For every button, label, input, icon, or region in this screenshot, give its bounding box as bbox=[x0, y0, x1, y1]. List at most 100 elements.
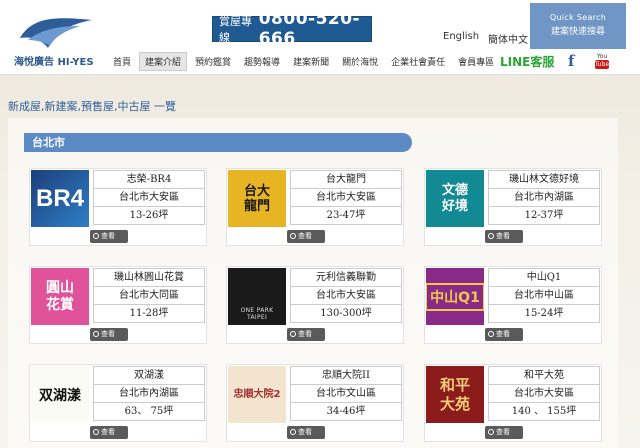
view-label: 查看 bbox=[101, 428, 115, 436]
thumbnail-text: 台大龍門 bbox=[243, 183, 270, 214]
line-support-link[interactable]: LINE客服 bbox=[500, 53, 554, 70]
thumbnail-text: 文德好境 bbox=[441, 182, 468, 214]
wave-logo-icon bbox=[20, 18, 92, 48]
listing-name[interactable]: 元利信義聯勤 bbox=[290, 268, 402, 287]
listing-info: 台大龍門 台北市大安區 23-47坪 bbox=[290, 170, 402, 225]
listing-district: 台北市大安區 bbox=[93, 188, 205, 207]
view-button[interactable]: 查看 bbox=[287, 426, 325, 439]
listing-card: 忠順大院2 忠順大院II 台北市文山區 34-46坪 查看 bbox=[226, 364, 406, 442]
listing-size: 15-24坪 bbox=[488, 304, 600, 323]
listing-info: 元利信義聯勤 台北市大安區 130-300坪 bbox=[290, 268, 402, 323]
quick-search-subtitle: 建案快速搜尋 bbox=[550, 27, 605, 37]
magnifier-icon bbox=[290, 233, 296, 239]
quick-search-title: Quick Search bbox=[549, 13, 607, 22]
nav-item-news[interactable]: 建案新聞 bbox=[288, 53, 334, 70]
listing-card: 中山Q1 中山Q1 台北市中山區 15-24坪 查看 bbox=[424, 266, 604, 344]
listing-card: 圓山花賞 璣山林圓山花賞 台北市大同區 11-28坪 查看 bbox=[29, 266, 209, 344]
view-label: 查看 bbox=[496, 428, 510, 436]
listing-info: 双湖漾 台北市內湖區 63、 75坪 bbox=[93, 366, 205, 421]
magnifier-icon bbox=[93, 429, 99, 435]
language-english-link[interactable]: English bbox=[443, 31, 479, 42]
listing-district: 台北市大同區 bbox=[93, 286, 205, 305]
listing-size: 12-37坪 bbox=[488, 206, 600, 225]
listing-district: 台北市大安區 bbox=[488, 384, 600, 403]
hotline-number: 0800-520-666 bbox=[258, 9, 361, 49]
listing-thumbnail[interactable]: BR4 bbox=[31, 170, 89, 227]
site-logo[interactable]: 海悅廣告 HI-YES bbox=[14, 8, 96, 68]
thumbnail-text: 忠順大院2 bbox=[233, 388, 281, 400]
listing-thumbnail[interactable]: 双湖漾 bbox=[31, 366, 89, 423]
view-button[interactable]: 查看 bbox=[287, 328, 325, 341]
view-label: 查看 bbox=[298, 428, 312, 436]
listing-thumbnail[interactable]: 台大龍門 bbox=[228, 170, 286, 227]
listing-name[interactable]: 和平大苑 bbox=[488, 366, 600, 385]
listing-size: 63、 75坪 bbox=[93, 402, 205, 421]
logo-text: 海悅廣告 HI-YES bbox=[14, 57, 94, 68]
listing-name[interactable]: 台大龍門 bbox=[290, 170, 402, 189]
thumbnail-text: 中山Q1 bbox=[426, 282, 484, 311]
thumbnail-text: 双湖漾 bbox=[39, 387, 81, 404]
view-label: 查看 bbox=[101, 232, 115, 240]
nav-item-trends[interactable]: 趨勢報導 bbox=[239, 53, 285, 70]
listing-district: 台北市內湖區 bbox=[93, 384, 205, 403]
listing-size: 130-300坪 bbox=[290, 304, 402, 323]
listing-thumbnail[interactable]: 圓山花賞 bbox=[31, 268, 89, 325]
view-button[interactable]: 查看 bbox=[485, 426, 523, 439]
listing-info: 中山Q1 台北市中山區 15-24坪 bbox=[488, 268, 600, 323]
thumbnail-text: 圓山花賞 bbox=[46, 279, 74, 313]
magnifier-icon bbox=[488, 429, 494, 435]
hotline-banner: 賞屋專線 0800-520-666 bbox=[212, 9, 372, 49]
view-label: 查看 bbox=[298, 232, 312, 240]
nav-item-projects[interactable]: 建案介紹 bbox=[139, 51, 188, 71]
nav-item-members[interactable]: 會員專區 bbox=[453, 53, 499, 70]
view-button[interactable]: 查看 bbox=[90, 328, 128, 341]
nav-item-home[interactable]: 首頁 bbox=[108, 53, 136, 70]
listing-district: 台北市文山區 bbox=[290, 384, 402, 403]
magnifier-icon bbox=[488, 233, 494, 239]
listing-size: 34-46坪 bbox=[290, 402, 402, 421]
listing-name[interactable]: 双湖漾 bbox=[93, 366, 205, 385]
listing-thumbnail[interactable]: 中山Q1 bbox=[426, 268, 484, 325]
region-header: 台北市 bbox=[24, 133, 412, 152]
nav-item-csr[interactable]: 企業社會責任 bbox=[386, 53, 450, 70]
view-button[interactable]: 查看 bbox=[90, 426, 128, 439]
listing-name[interactable]: 志榮-BR4 bbox=[93, 170, 205, 189]
facebook-icon[interactable]: f bbox=[568, 52, 574, 70]
listing-size: 140 、 155坪 bbox=[488, 402, 600, 421]
listing-district: 台北市中山區 bbox=[488, 286, 600, 305]
magnifier-icon bbox=[290, 331, 296, 337]
listing-thumbnail[interactable]: 文德好境 bbox=[426, 170, 484, 227]
listing-district: 台北市大安區 bbox=[290, 286, 402, 305]
nav-item-about[interactable]: 關於海悅 bbox=[337, 53, 383, 70]
listing-name[interactable]: 璣山林圓山花賞 bbox=[93, 268, 205, 287]
main-nav: 首頁 建案介紹 預約鑑賞 趨勢報導 建案新聞 關於海悅 企業社會責任 會員專區 bbox=[108, 51, 502, 71]
quick-search-button[interactable]: Quick Search 建案快速搜尋 bbox=[530, 3, 626, 49]
view-button[interactable]: 查看 bbox=[485, 230, 523, 243]
site-header: 海悅廣告 HI-YES 賞屋專線 0800-520-666 English 簡体… bbox=[0, 0, 640, 75]
listing-card: ONE PARK TAIPEI 元利信義聯勤 台北市大安區 130-300坪 查… bbox=[226, 266, 406, 344]
view-label: 查看 bbox=[496, 330, 510, 338]
view-button[interactable]: 查看 bbox=[485, 328, 523, 341]
listing-name[interactable]: 璣山林文德好境 bbox=[488, 170, 600, 189]
view-button[interactable]: 查看 bbox=[287, 230, 325, 243]
listing-card: 和平大苑 和平大苑 台北市大安區 140 、 155坪 查看 bbox=[424, 364, 604, 442]
language-simplified-chinese-link[interactable]: 簡体中文 bbox=[488, 31, 528, 46]
view-label: 查看 bbox=[298, 330, 312, 338]
youtube-icon[interactable]: You Tube bbox=[595, 53, 609, 70]
listing-name[interactable]: 忠順大院II bbox=[290, 366, 402, 385]
magnifier-icon bbox=[93, 233, 99, 239]
view-label: 查看 bbox=[496, 232, 510, 240]
breadcrumb[interactable]: 新成屋,新建案,預售屋,中古屋 一覽 bbox=[8, 98, 176, 114]
youtube-you-text: You bbox=[596, 53, 608, 60]
youtube-tube-text: Tube bbox=[595, 60, 610, 69]
listing-thumbnail[interactable]: 忠順大院2 bbox=[228, 366, 286, 423]
listing-thumbnail[interactable]: ONE PARK TAIPEI bbox=[228, 268, 286, 325]
hotline-label: 賞屋專線 bbox=[219, 15, 252, 44]
nav-item-booking[interactable]: 預約鑑賞 bbox=[190, 53, 236, 70]
magnifier-icon bbox=[290, 429, 296, 435]
thumbnail-text: 和平大苑 bbox=[439, 375, 470, 413]
listing-name[interactable]: 中山Q1 bbox=[488, 268, 600, 287]
listing-thumbnail[interactable]: 和平大苑 bbox=[426, 366, 484, 423]
listing-card: 台大龍門 台大龍門 台北市大安區 23-47坪 查看 bbox=[226, 168, 406, 246]
view-button[interactable]: 查看 bbox=[90, 230, 128, 243]
